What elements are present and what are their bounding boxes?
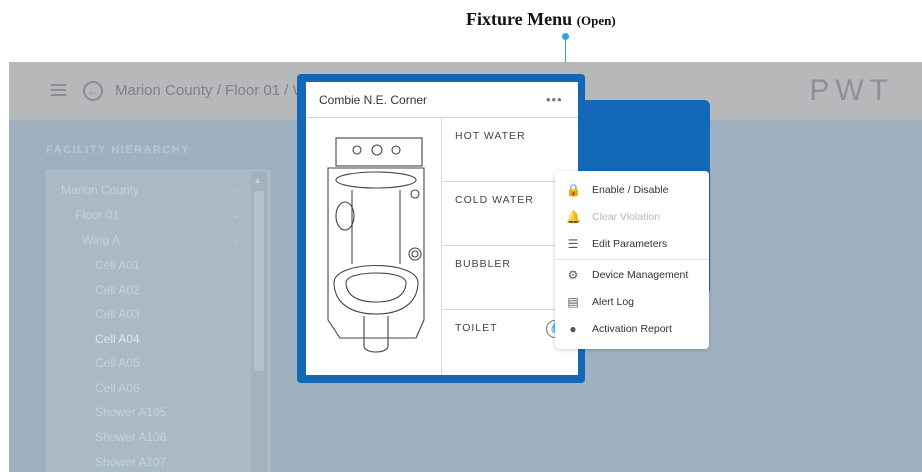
fixture-title: Combie N.E. Corner	[319, 93, 428, 107]
tree-item-active[interactable]: Cell A04	[95, 332, 140, 346]
tree-item[interactable]: Cell A02	[95, 283, 140, 297]
annotation-subtitle: (Open)	[576, 13, 616, 28]
menu-item-label: Clear Violation	[592, 211, 661, 223]
gear-icon: ⚙	[567, 268, 579, 282]
sidebar-heading: FACILITY HIERARCHY	[46, 144, 191, 156]
menu-item-label: Device Management	[592, 269, 689, 281]
chevron-down-icon[interactable]: ⌄	[231, 235, 239, 246]
annotation-leader-dot	[562, 33, 569, 40]
menu-item-activation-report[interactable]: ● Activation Report	[555, 317, 709, 341]
tree-item[interactable]: Wing A	[82, 233, 120, 247]
menu-item-edit-parameters[interactable]: ☰ Edit Parameters	[555, 232, 709, 256]
scroll-up-icon[interactable]: ▲	[253, 175, 262, 185]
sliders-icon: ☰	[567, 237, 579, 251]
tree-item[interactable]: Cell A05	[95, 356, 140, 370]
menu-item-label: Alert Log	[592, 296, 635, 308]
tree-item[interactable]: Cell A06	[95, 381, 140, 395]
fixture-card: Combie N.E. Corner ••• HOT WATER COLD WA…	[306, 82, 578, 375]
menu-item-device-management[interactable]: ⚙ Device Management	[555, 263, 709, 287]
tree-scrollbar[interactable]: ▲	[251, 171, 267, 472]
scrollbar-thumb[interactable]	[254, 191, 264, 371]
hamburger-menu-icon[interactable]	[51, 84, 66, 96]
cell-label: BUBBLER	[455, 258, 512, 270]
menu-divider	[555, 259, 709, 260]
menu-item-label: Edit Parameters	[592, 238, 668, 250]
combi-fixture-illustration	[327, 137, 425, 353]
ellipsis-icon[interactable]: •••	[546, 92, 563, 107]
chevron-down-icon[interactable]: ⌄	[231, 210, 239, 221]
back-arrow-icon[interactable]: ←	[83, 81, 103, 101]
menu-item-label: Enable / Disable	[592, 184, 669, 196]
tree-item[interactable]: Cell A01	[95, 258, 140, 272]
cell-label: TOILET	[455, 322, 498, 334]
menu-item-alert-log[interactable]: ▤ Alert Log	[555, 290, 709, 314]
tree-item[interactable]: Floor 01	[75, 208, 119, 222]
cell-label: HOT WATER	[455, 130, 526, 142]
water-drop-icon: ●	[569, 322, 577, 336]
facility-tree: ▲ Marion County ⌄ Floor 01 ⌄ Wing A ⌄ Ce…	[46, 170, 270, 472]
menu-item-enable-disable[interactable]: 🔒 Enable / Disable	[555, 178, 709, 202]
brand-logo: PWT	[809, 74, 894, 107]
menu-item-clear-violation: 🔔 Clear Violation	[555, 205, 709, 229]
annotation-title: Fixture Menu (Open)	[466, 9, 616, 30]
cell-label: COLD WATER	[455, 194, 534, 206]
tree-item[interactable]: Shower A105	[95, 405, 166, 419]
bar-chart-icon: ▤	[567, 295, 579, 309]
lock-icon: 🔒	[566, 183, 581, 197]
chevron-down-icon[interactable]: ⌄	[231, 185, 239, 196]
tree-item[interactable]: Marion County	[61, 183, 139, 197]
tree-item[interactable]: Shower A107	[95, 455, 166, 469]
menu-item-label: Activation Report	[592, 323, 672, 335]
tree-item[interactable]: Shower A106	[95, 430, 166, 444]
bell-icon: 🔔	[566, 210, 581, 224]
fixture-context-menu: 🔒 Enable / Disable 🔔 Clear Violation ☰ E…	[555, 171, 709, 349]
tree-item[interactable]: Cell A03	[95, 307, 140, 321]
annotation-title-text: Fixture Menu	[466, 9, 573, 29]
